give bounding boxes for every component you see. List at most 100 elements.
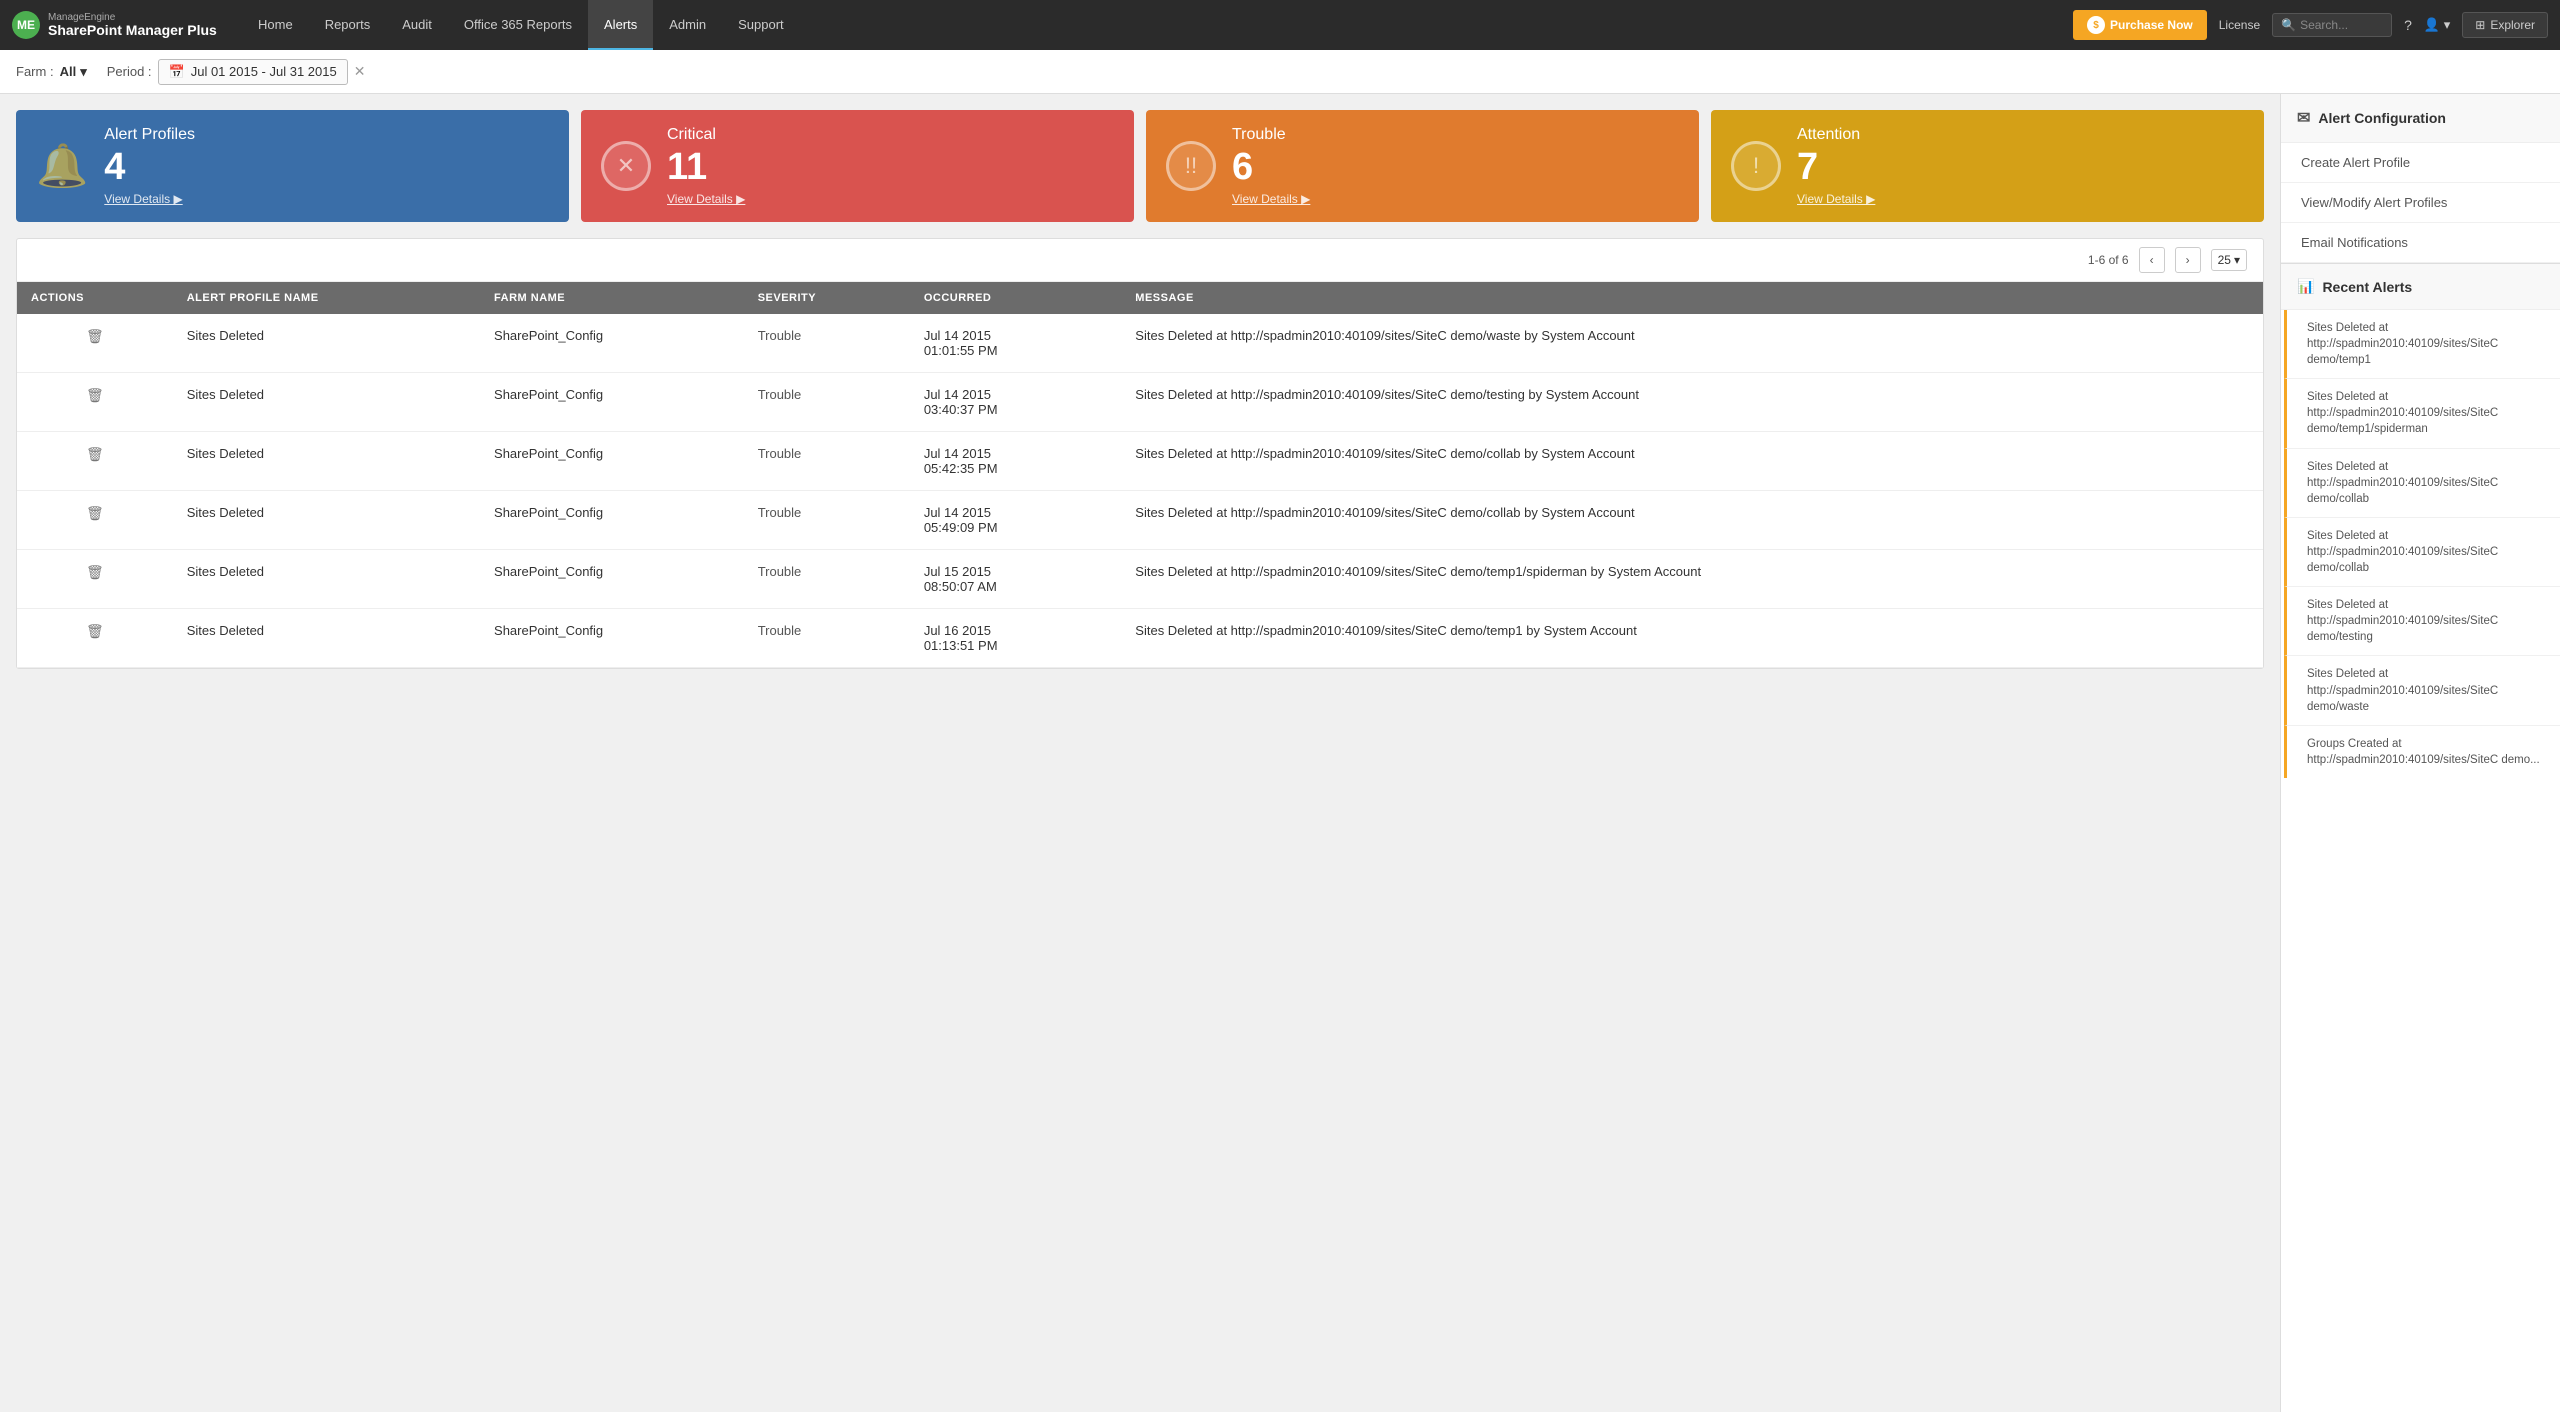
row-2-farm: SharePoint_Config bbox=[480, 432, 744, 491]
card-alert-profiles[interactable]: 🔔 Alert Profiles 4 View Details ▶ bbox=[16, 110, 569, 222]
row-1-alert-profile: Sites Deleted bbox=[173, 373, 480, 432]
attention-icon-area: ! bbox=[1731, 141, 1781, 191]
topbar: ME ManageEngine SharePoint Manager Plus … bbox=[0, 0, 2560, 50]
farm-label: Farm : bbox=[16, 64, 54, 79]
recent-alert-item[interactable]: Sites Deleted at http://spadmin2010:4010… bbox=[2284, 310, 2560, 379]
row-5-actions: 🗑 bbox=[17, 609, 173, 668]
nav-item-home[interactable]: Home bbox=[242, 0, 309, 50]
date-range-picker[interactable]: 📅 Jul 01 2015 - Jul 31 2015 bbox=[158, 59, 348, 85]
alert-config-header: ✉ Alert Configuration bbox=[2281, 94, 2560, 143]
nav-item-reports[interactable]: Reports bbox=[309, 0, 387, 50]
row-4-actions: 🗑 bbox=[17, 550, 173, 609]
row-3-severity: Trouble bbox=[744, 491, 910, 550]
recent-alerts-header: 📊 Recent Alerts bbox=[2281, 263, 2560, 310]
row-3-alert-profile: Sites Deleted bbox=[173, 491, 480, 550]
row-4-message: Sites Deleted at http://spadmin2010:4010… bbox=[1121, 550, 2263, 609]
card-trouble-title: Trouble bbox=[1232, 126, 1679, 144]
next-page-button[interactable]: › bbox=[2175, 247, 2201, 273]
search-box[interactable]: 🔍 Search... bbox=[2272, 13, 2392, 37]
card-attention-count: 7 bbox=[1797, 148, 2244, 186]
row-0-severity: Trouble bbox=[744, 314, 910, 373]
table-row: 🗑Sites DeletedSharePoint_ConfigTroubleJu… bbox=[17, 314, 2263, 373]
card-trouble-link[interactable]: View Details ▶ bbox=[1232, 192, 1679, 206]
grid-icon: ⊞ bbox=[2475, 18, 2485, 32]
row-4-severity: Trouble bbox=[744, 550, 910, 609]
help-icon[interactable]: ? bbox=[2404, 17, 2412, 33]
delete-icon[interactable]: 🗑 bbox=[31, 564, 159, 581]
recent-alert-item[interactable]: Sites Deleted at http://spadmin2010:4010… bbox=[2284, 587, 2560, 656]
recent-alerts-title: Recent Alerts bbox=[2322, 279, 2412, 295]
card-trouble[interactable]: !! Trouble 6 View Details ▶ bbox=[1146, 110, 1699, 222]
envelope-icon: ✉ bbox=[2297, 108, 2310, 128]
trouble-icon: !! bbox=[1166, 141, 1216, 191]
delete-icon[interactable]: 🗑 bbox=[31, 387, 159, 404]
card-critical-link[interactable]: View Details ▶ bbox=[667, 192, 1114, 206]
row-1-occurred: Jul 14 2015 03:40:37 PM bbox=[910, 373, 1121, 432]
prev-page-button[interactable]: ‹ bbox=[2139, 247, 2165, 273]
recent-alert-item[interactable]: Sites Deleted at http://spadmin2010:4010… bbox=[2284, 449, 2560, 518]
summary-cards: 🔔 Alert Profiles 4 View Details ▶ ✕ Crit… bbox=[16, 110, 2264, 222]
search-placeholder: Search... bbox=[2300, 18, 2348, 32]
card-attention[interactable]: ! Attention 7 View Details ▶ bbox=[1711, 110, 2264, 222]
delete-icon[interactable]: 🗑 bbox=[31, 623, 159, 640]
farm-filter: Farm : All ▾ bbox=[16, 64, 87, 80]
delete-icon[interactable]: 🗑 bbox=[31, 446, 159, 463]
card-alert-profiles-link[interactable]: View Details ▶ bbox=[104, 192, 549, 206]
delete-icon[interactable]: 🗑 bbox=[31, 328, 159, 345]
row-1-farm: SharePoint_Config bbox=[480, 373, 744, 432]
sidebar-view-modify[interactable]: View/Modify Alert Profiles bbox=[2281, 183, 2560, 223]
page-size-select[interactable]: 25 ▾ bbox=[2211, 249, 2247, 271]
nav-item-alerts[interactable]: Alerts bbox=[588, 0, 653, 50]
row-3-actions: 🗑 bbox=[17, 491, 173, 550]
recent-alert-item[interactable]: Groups Created at http://spadmin2010:401… bbox=[2284, 726, 2560, 778]
row-5-severity: Trouble bbox=[744, 609, 910, 668]
sidebar-create-alert[interactable]: Create Alert Profile bbox=[2281, 143, 2560, 183]
row-4-farm: SharePoint_Config bbox=[480, 550, 744, 609]
card-trouble-info: Trouble 6 View Details ▶ bbox=[1232, 126, 1679, 206]
user-icon[interactable]: 👤 ▾ bbox=[2424, 17, 2450, 33]
recent-alert-item[interactable]: Sites Deleted at http://spadmin2010:4010… bbox=[2284, 518, 2560, 587]
calendar-icon: 📅 bbox=[169, 64, 185, 80]
recent-alert-item[interactable]: Sites Deleted at http://spadmin2010:4010… bbox=[2284, 656, 2560, 725]
row-5-occurred: Jul 16 2015 01:13:51 PM bbox=[910, 609, 1121, 668]
period-filter: Period : 📅 Jul 01 2015 - Jul 31 2015 ✕ bbox=[107, 59, 366, 85]
row-5-farm: SharePoint_Config bbox=[480, 609, 744, 668]
table-row: 🗑Sites DeletedSharePoint_ConfigTroubleJu… bbox=[17, 550, 2263, 609]
farm-value[interactable]: All ▾ bbox=[60, 64, 87, 80]
content-area: 🔔 Alert Profiles 4 View Details ▶ ✕ Crit… bbox=[0, 94, 2280, 1412]
card-critical[interactable]: ✕ Critical 11 View Details ▶ bbox=[581, 110, 1134, 222]
nav-item-audit[interactable]: Audit bbox=[386, 0, 448, 50]
bell-icon: 🔔 bbox=[36, 142, 88, 191]
attention-icon: ! bbox=[1731, 141, 1781, 191]
card-attention-link[interactable]: View Details ▶ bbox=[1797, 192, 2244, 206]
card-critical-count: 11 bbox=[667, 148, 1114, 186]
alerts-table-section: 1-6 of 6 ‹ › 25 ▾ ACTIONS ALERT PROFILE … bbox=[16, 238, 2264, 669]
page-size-value: 25 bbox=[2218, 253, 2231, 267]
row-2-severity: Trouble bbox=[744, 432, 910, 491]
col-farm-name: FARM NAME bbox=[480, 282, 744, 314]
recent-alerts-list: Sites Deleted at http://spadmin2010:4010… bbox=[2281, 310, 2560, 778]
table-row: 🗑Sites DeletedSharePoint_ConfigTroubleJu… bbox=[17, 373, 2263, 432]
sidebar-email-notifications[interactable]: Email Notifications bbox=[2281, 223, 2560, 263]
col-occurred: OCCURRED bbox=[910, 282, 1121, 314]
col-message: MESSAGE bbox=[1121, 282, 2263, 314]
license-link[interactable]: License bbox=[2219, 18, 2260, 32]
nav-item-admin[interactable]: Admin bbox=[653, 0, 722, 50]
col-actions: ACTIONS bbox=[17, 282, 173, 314]
delete-icon[interactable]: 🗑 bbox=[31, 505, 159, 522]
row-0-actions: 🗑 bbox=[17, 314, 173, 373]
row-1-message: Sites Deleted at http://spadmin2010:4010… bbox=[1121, 373, 2263, 432]
explorer-button[interactable]: ⊞ Explorer bbox=[2462, 12, 2548, 38]
card-alert-profiles-title: Alert Profiles bbox=[104, 126, 549, 144]
filter-bar: Farm : All ▾ Period : 📅 Jul 01 2015 - Ju… bbox=[0, 50, 2560, 94]
card-critical-info: Critical 11 View Details ▶ bbox=[667, 126, 1114, 206]
nav-menu: Home Reports Audit Office 365 Reports Al… bbox=[242, 0, 2063, 50]
nav-item-office365[interactable]: Office 365 Reports bbox=[448, 0, 588, 50]
recent-alert-item[interactable]: Sites Deleted at http://spadmin2010:4010… bbox=[2284, 379, 2560, 448]
purchase-label: Purchase Now bbox=[2110, 18, 2193, 32]
search-icon: 🔍 bbox=[2281, 18, 2296, 32]
nav-item-support[interactable]: Support bbox=[722, 0, 800, 50]
chart-icon: 📊 bbox=[2297, 278, 2314, 295]
purchase-button[interactable]: $ Purchase Now bbox=[2073, 10, 2207, 40]
date-clear-button[interactable]: ✕ bbox=[354, 63, 366, 80]
